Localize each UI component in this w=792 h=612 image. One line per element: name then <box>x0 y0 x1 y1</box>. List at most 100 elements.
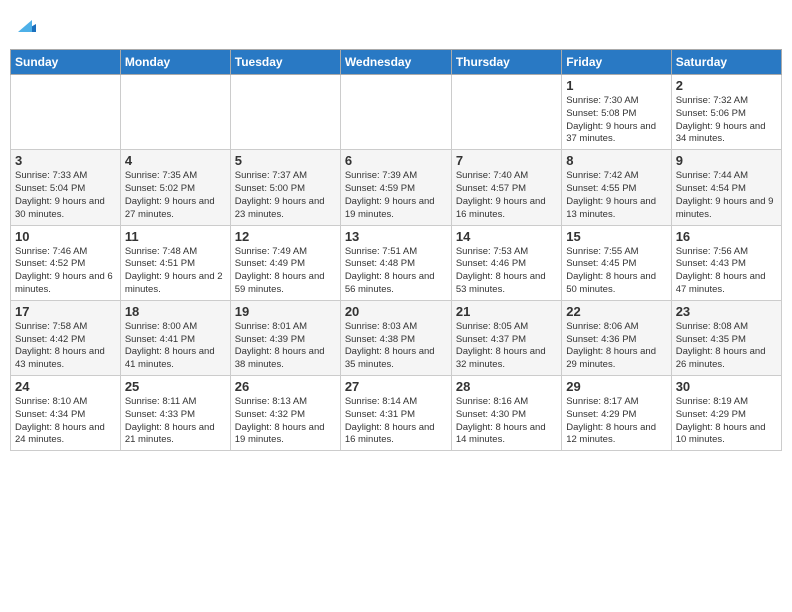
calendar-cell: 24Sunrise: 8:10 AM Sunset: 4:34 PM Dayli… <box>11 376 121 451</box>
day-info: Sunrise: 8:11 AM Sunset: 4:33 PM Dayligh… <box>125 396 226 447</box>
day-number: 15 <box>566 229 666 244</box>
weekday-header: Thursday <box>451 50 561 75</box>
weekday-header: Friday <box>562 50 671 75</box>
calendar-week-row: 24Sunrise: 8:10 AM Sunset: 4:34 PM Dayli… <box>11 376 782 451</box>
day-info: Sunrise: 7:39 AM Sunset: 4:59 PM Dayligh… <box>345 170 447 221</box>
calendar-cell: 7 Sunrise: 7:40 AM Sunset: 4:57 PM Daylig… <box>451 150 561 225</box>
day-info: Sunrise: 7:48 AM Sunset: 4:51 PM Dayligh… <box>125 246 226 297</box>
calendar-cell: 19 Sunrise: 8:01 AM Sunset: 4:39 PM Dayli… <box>230 300 340 375</box>
day-number: 4 <box>125 153 226 168</box>
day-info: Sunrise: 7:46 AM Sunset: 4:52 PM Dayligh… <box>15 246 116 297</box>
calendar-week-row: 3 Sunrise: 7:33 AM Sunset: 5:04 PM Daylig… <box>11 150 782 225</box>
day-info: Sunrise: 7:53 AM Sunset: 4:46 PM Dayligh… <box>456 246 557 297</box>
day-number: 5 <box>235 153 336 168</box>
calendar-week-row: 1 Sunrise: 7:30 AM Sunset: 5:08 PM Daylig… <box>11 75 782 150</box>
weekday-header: Sunday <box>11 50 121 75</box>
calendar-cell: 17 Sunrise: 7:58 AM Sunset: 4:42 PM Dayli… <box>11 300 121 375</box>
day-info: Sunrise: 8:13 AM Sunset: 4:32 PM Dayligh… <box>235 396 336 447</box>
calendar-cell: 25 Sunrise: 8:11 AM Sunset: 4:33 PM Dayli… <box>120 376 230 451</box>
calendar-cell: 21Sunrise: 8:05 AM Sunset: 4:37 PM Dayli… <box>451 300 561 375</box>
day-info: Sunrise: 8:16 AM Sunset: 4:30 PM Dayligh… <box>456 396 557 447</box>
calendar-cell: 3 Sunrise: 7:33 AM Sunset: 5:04 PM Daylig… <box>11 150 121 225</box>
calendar-cell: 27 Sunrise: 8:14 AM Sunset: 4:31 PM Dayli… <box>340 376 451 451</box>
day-info: Sunrise: 8:08 AM Sunset: 4:35 PM Dayligh… <box>676 321 777 372</box>
calendar-cell: 29 Sunrise: 8:17 AM Sunset: 4:29 PM Dayli… <box>562 376 671 451</box>
day-number: 9 <box>676 153 777 168</box>
day-number: 7 <box>456 153 557 168</box>
calendar-cell: 15 Sunrise: 7:55 AM Sunset: 4:45 PM Dayli… <box>562 225 671 300</box>
day-number: 17 <box>15 304 116 319</box>
day-info: Sunrise: 8:05 AM Sunset: 4:37 PM Dayligh… <box>456 321 557 372</box>
day-number: 12 <box>235 229 336 244</box>
weekday-header: Tuesday <box>230 50 340 75</box>
day-number: 25 <box>125 379 226 394</box>
day-number: 27 <box>345 379 447 394</box>
calendar-cell: 13Sunrise: 7:51 AM Sunset: 4:48 PM Dayli… <box>340 225 451 300</box>
day-number: 3 <box>15 153 116 168</box>
weekday-header: Monday <box>120 50 230 75</box>
day-number: 20 <box>345 304 447 319</box>
calendar-cell: 20 Sunrise: 8:03 AM Sunset: 4:38 PM Dayli… <box>340 300 451 375</box>
calendar-week-row: 10 Sunrise: 7:46 AM Sunset: 4:52 PM Dayli… <box>11 225 782 300</box>
day-info: Sunrise: 7:56 AM Sunset: 4:43 PM Dayligh… <box>676 246 777 297</box>
calendar-cell: 18Sunrise: 8:00 AM Sunset: 4:41 PM Dayli… <box>120 300 230 375</box>
day-info: Sunrise: 8:00 AM Sunset: 4:41 PM Dayligh… <box>125 321 226 372</box>
day-number: 6 <box>345 153 447 168</box>
logo <box>14 14 38 41</box>
day-number: 8 <box>566 153 666 168</box>
calendar-cell: 12 Sunrise: 7:49 AM Sunset: 4:49 PM Dayli… <box>230 225 340 300</box>
calendar-header-row: SundayMondayTuesdayWednesdayThursdayFrid… <box>11 50 782 75</box>
day-number: 10 <box>15 229 116 244</box>
day-number: 16 <box>676 229 777 244</box>
day-number: 30 <box>676 379 777 394</box>
calendar-cell: 11Sunrise: 7:48 AM Sunset: 4:51 PM Dayli… <box>120 225 230 300</box>
calendar-cell: 16 Sunrise: 7:56 AM Sunset: 4:43 PM Dayli… <box>671 225 781 300</box>
calendar-cell: 28 Sunrise: 8:16 AM Sunset: 4:30 PM Dayli… <box>451 376 561 451</box>
calendar-cell: 8 Sunrise: 7:42 AM Sunset: 4:55 PM Daylig… <box>562 150 671 225</box>
weekday-header: Saturday <box>671 50 781 75</box>
calendar-cell: 14 Sunrise: 7:53 AM Sunset: 4:46 PM Dayli… <box>451 225 561 300</box>
day-info: Sunrise: 7:40 AM Sunset: 4:57 PM Dayligh… <box>456 170 557 221</box>
calendar-cell <box>11 75 121 150</box>
calendar-body: 1 Sunrise: 7:30 AM Sunset: 5:08 PM Daylig… <box>11 75 782 451</box>
calendar-week-row: 17 Sunrise: 7:58 AM Sunset: 4:42 PM Dayli… <box>11 300 782 375</box>
day-number: 28 <box>456 379 557 394</box>
calendar-cell <box>230 75 340 150</box>
day-number: 29 <box>566 379 666 394</box>
day-info: Sunrise: 7:55 AM Sunset: 4:45 PM Dayligh… <box>566 246 666 297</box>
day-info: Sunrise: 8:03 AM Sunset: 4:38 PM Dayligh… <box>345 321 447 372</box>
calendar-cell: 1 Sunrise: 7:30 AM Sunset: 5:08 PM Daylig… <box>562 75 671 150</box>
day-info: Sunrise: 7:58 AM Sunset: 4:42 PM Dayligh… <box>15 321 116 372</box>
day-number: 1 <box>566 78 666 93</box>
calendar-cell <box>340 75 451 150</box>
day-info: Sunrise: 7:35 AM Sunset: 5:02 PM Dayligh… <box>125 170 226 221</box>
calendar-cell: 2 Sunrise: 7:32 AM Sunset: 5:06 PM Daylig… <box>671 75 781 150</box>
day-info: Sunrise: 7:42 AM Sunset: 4:55 PM Dayligh… <box>566 170 666 221</box>
day-info: Sunrise: 8:17 AM Sunset: 4:29 PM Dayligh… <box>566 396 666 447</box>
day-info: Sunrise: 8:06 AM Sunset: 4:36 PM Dayligh… <box>566 321 666 372</box>
day-info: Sunrise: 7:49 AM Sunset: 4:49 PM Dayligh… <box>235 246 336 297</box>
day-info: Sunrise: 7:32 AM Sunset: 5:06 PM Dayligh… <box>676 95 777 146</box>
day-info: Sunrise: 7:44 AM Sunset: 4:54 PM Dayligh… <box>676 170 777 221</box>
weekday-header: Wednesday <box>340 50 451 75</box>
day-info: Sunrise: 7:51 AM Sunset: 4:48 PM Dayligh… <box>345 246 447 297</box>
day-number: 26 <box>235 379 336 394</box>
day-info: Sunrise: 7:37 AM Sunset: 5:00 PM Dayligh… <box>235 170 336 221</box>
day-number: 24 <box>15 379 116 394</box>
calendar-cell: 5 Sunrise: 7:37 AM Sunset: 5:00 PM Daylig… <box>230 150 340 225</box>
day-number: 14 <box>456 229 557 244</box>
day-info: Sunrise: 7:33 AM Sunset: 5:04 PM Dayligh… <box>15 170 116 221</box>
day-number: 23 <box>676 304 777 319</box>
day-info: Sunrise: 8:19 AM Sunset: 4:29 PM Dayligh… <box>676 396 777 447</box>
calendar-cell <box>451 75 561 150</box>
day-info: Sunrise: 8:01 AM Sunset: 4:39 PM Dayligh… <box>235 321 336 372</box>
calendar-cell: 4 Sunrise: 7:35 AM Sunset: 5:02 PM Daylig… <box>120 150 230 225</box>
day-number: 2 <box>676 78 777 93</box>
calendar-cell: 30 Sunrise: 8:19 AM Sunset: 4:29 PM Dayli… <box>671 376 781 451</box>
calendar-cell: 10 Sunrise: 7:46 AM Sunset: 4:52 PM Dayli… <box>11 225 121 300</box>
day-info: Sunrise: 8:14 AM Sunset: 4:31 PM Dayligh… <box>345 396 447 447</box>
logo-icon <box>16 14 38 36</box>
day-number: 19 <box>235 304 336 319</box>
calendar-cell: 9 Sunrise: 7:44 AM Sunset: 4:54 PM Daylig… <box>671 150 781 225</box>
day-info: Sunrise: 7:30 AM Sunset: 5:08 PM Dayligh… <box>566 95 666 146</box>
